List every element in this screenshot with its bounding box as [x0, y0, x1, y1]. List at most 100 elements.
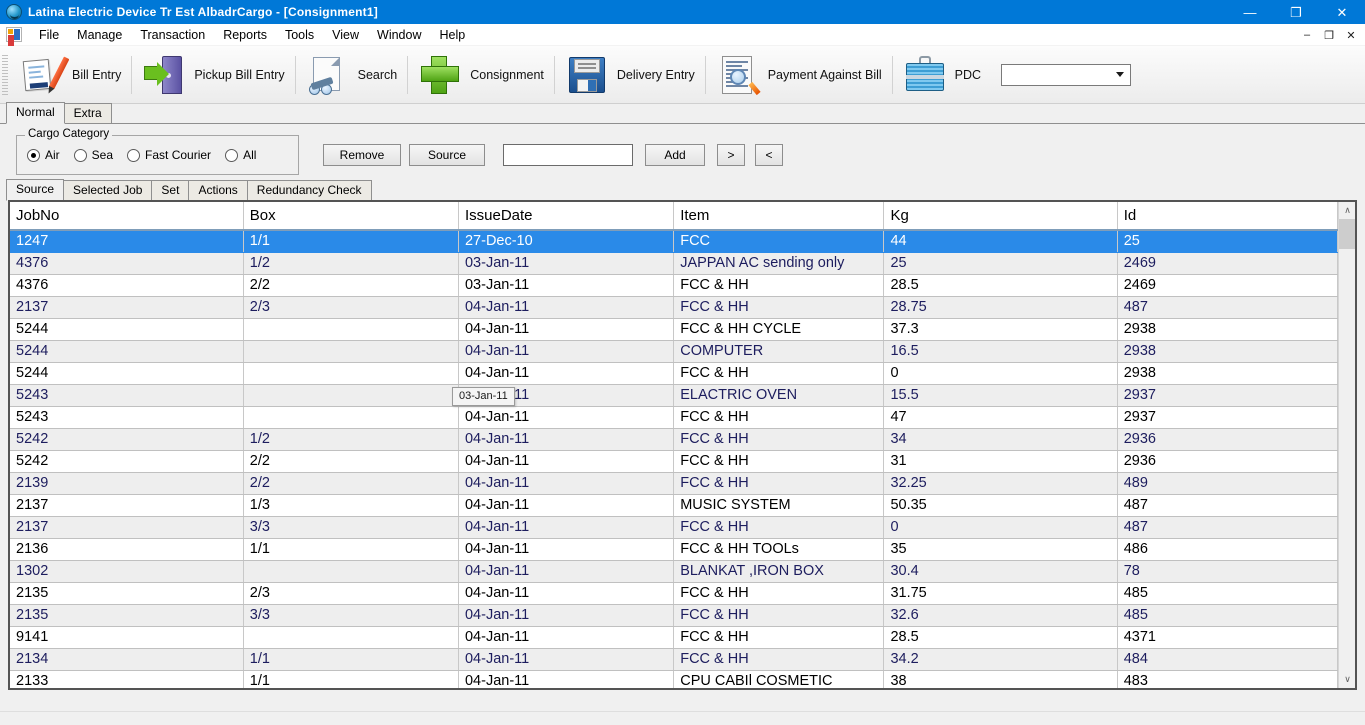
cell-kg[interactable]: 31.75 [883, 582, 1118, 605]
cell-id[interactable]: 487 [1117, 296, 1338, 319]
cell-jobno[interactable]: 5242 [10, 450, 244, 473]
toolbar-button-bill-entry[interactable]: Bill Entry [10, 49, 131, 101]
table-row[interactable]: 5242 1/2 04-Jan-11 FCC & HH 34 2936 [10, 428, 1338, 451]
radio-cargo-all[interactable]: All [225, 148, 256, 162]
table-row[interactable]: 5244 04-Jan-11 FCC & HH CYCLE 37.3 2938 [10, 318, 1338, 341]
cell-jobno[interactable]: 5242 [10, 428, 244, 451]
cell-id[interactable]: 2936 [1117, 428, 1338, 451]
cell-box[interactable]: 3/3 [243, 604, 459, 627]
cell-id[interactable]: 2938 [1117, 340, 1338, 363]
menu-item-manage[interactable]: Manage [68, 25, 131, 45]
radio-cargo-fast-courier[interactable]: Fast Courier [127, 148, 211, 162]
cell-box[interactable]: 2/3 [243, 582, 459, 605]
cell-issuedate[interactable]: 04-Jan-11 [458, 670, 675, 688]
table-row[interactable]: 524304-Jan-11ELACTRIC OVEN15.52937 [10, 384, 1338, 407]
cell-box[interactable]: 1/3 [243, 494, 459, 517]
cell-item[interactable]: FCC & HH [673, 648, 885, 671]
column-header-kg[interactable]: Kg [883, 202, 1118, 231]
cell-box[interactable]: 1/1 [243, 538, 459, 561]
cell-id[interactable]: 2937 [1117, 384, 1338, 407]
menu-item-tools[interactable]: Tools [276, 25, 323, 45]
cell-issuedate[interactable]: 04-Jan-11 [458, 582, 675, 605]
cell-issuedate[interactable]: 03-Jan-11 [458, 252, 675, 275]
cell-box[interactable] [243, 626, 459, 649]
cell-kg[interactable]: 32.25 [883, 472, 1118, 495]
cell-issuedate[interactable]: 04-Jan-11 [458, 626, 675, 649]
table-row[interactable]: 9141 04-Jan-11 FCC & HH 28.5 4371 [10, 626, 1338, 649]
cell-item[interactable]: FCC & HH [673, 472, 885, 495]
cell-id[interactable]: 78 [1117, 560, 1338, 583]
radio-cargo-sea[interactable]: Sea [73, 148, 113, 162]
cell-kg[interactable]: 34 [883, 428, 1118, 451]
cell-kg[interactable]: 28.5 [883, 274, 1118, 297]
window-minimize-button[interactable]: — [1227, 0, 1273, 24]
toolbar-button-pdc[interactable]: PDC [893, 49, 991, 101]
cell-box[interactable]: 3/3 [243, 516, 459, 539]
cell-id[interactable]: 2469 [1117, 252, 1338, 275]
table-row[interactable]: 2134 1/1 04-Jan-11 FCC & HH 34.2 484 [10, 648, 1338, 671]
move-next-button[interactable]: > [717, 144, 745, 166]
toolbar-button-pickup-bill-entry[interactable]: Pickup Bill Entry [132, 49, 294, 101]
column-header-item[interactable]: Item [673, 202, 885, 231]
table-row[interactable]: 1302 04-Jan-11 BLANKAT ,IRON BOX 30.4 78 [10, 560, 1338, 583]
table-row[interactable]: 5244 04-Jan-11 FCC & HH 0 2938 [10, 362, 1338, 385]
cell-jobno[interactable]: 5244 [10, 340, 244, 363]
cell-issuedate[interactable]: 03-Jan-11 [458, 274, 675, 297]
cell-item[interactable]: FCC & HH [673, 362, 885, 385]
add-input[interactable] [503, 144, 633, 166]
cell-item[interactable]: FCC & HH [673, 516, 885, 539]
remove-button[interactable]: Remove [323, 144, 401, 166]
menu-item-view[interactable]: View [323, 25, 368, 45]
cell-jobno[interactable]: 2135 [10, 582, 244, 605]
cell-id[interactable]: 4371 [1117, 626, 1338, 649]
cell-item[interactable]: FCC & HH CYCLE [673, 318, 885, 341]
table-row[interactable]: 4376 1/2 03-Jan-11 JAPPAN AC sending only 25… [10, 252, 1338, 275]
window-maximize-button[interactable]: ❐ [1273, 0, 1319, 24]
menu-item-reports[interactable]: Reports [214, 25, 276, 45]
cell-issuedate[interactable]: 04-Jan-11 [458, 472, 675, 495]
cell-item[interactable]: CPU CABIl COSMETIC [673, 670, 885, 688]
tab-extra[interactable]: Extra [63, 103, 112, 123]
menu-item-window[interactable]: Window [368, 25, 430, 45]
cell-kg[interactable]: 38 [883, 670, 1118, 688]
cell-kg[interactable]: 31 [883, 450, 1118, 473]
scroll-up-arrow-icon[interactable]: ∧ [1339, 202, 1355, 219]
cell-jobno[interactable]: 2136 [10, 538, 244, 561]
table-row[interactable]: 2137 1/3 04-Jan-11 MUSIC SYSTEM 50.35 487 [10, 494, 1338, 517]
cell-jobno[interactable]: 2137 [10, 494, 244, 517]
tab-source[interactable]: Source [6, 179, 65, 201]
grid-vertical-scrollbar[interactable]: ∧ ∨ [1338, 202, 1355, 688]
cell-kg[interactable]: 37.3 [883, 318, 1118, 341]
source-button[interactable]: Source [409, 144, 485, 166]
cell-id[interactable]: 2938 [1117, 318, 1338, 341]
cell-id[interactable]: 25 [1117, 230, 1338, 253]
cell-issuedate[interactable]: 04-Jan-11 [458, 648, 675, 671]
cell-id[interactable]: 485 [1117, 582, 1338, 605]
cell-jobno[interactable]: 2139 [10, 472, 244, 495]
cell-id[interactable]: 2937 [1117, 406, 1338, 429]
cell-item[interactable]: FCC & HH [673, 450, 885, 473]
table-row[interactable]: 2135 2/3 04-Jan-11 FCC & HH 31.75 485 [10, 582, 1338, 605]
cell-jobno[interactable]: 2137 [10, 296, 244, 319]
cell-issuedate[interactable]: 04-Jan-11 [458, 340, 675, 363]
cell-jobno[interactable]: 5243 [10, 406, 244, 429]
cell-id[interactable]: 487 [1117, 516, 1338, 539]
cell-item[interactable]: MUSIC SYSTEM [673, 494, 885, 517]
cell-item[interactable]: FCC & HH [673, 274, 885, 297]
cell-issuedate[interactable]: 04-Jan-11 [458, 296, 675, 319]
cell-issuedate[interactable]: 04-Jan-11 [458, 494, 675, 517]
cell-kg[interactable]: 16.5 [883, 340, 1118, 363]
cell-kg[interactable]: 0 [883, 362, 1118, 385]
cell-issuedate[interactable]: 04-Jan-11 [458, 428, 675, 451]
cell-item[interactable]: FCC & HH [673, 626, 885, 649]
cell-box[interactable] [243, 318, 459, 341]
cell-issuedate[interactable]: 04-Jan-11 [458, 406, 675, 429]
cell-kg[interactable]: 34.2 [883, 648, 1118, 671]
cell-box[interactable] [243, 560, 459, 583]
cell-jobno[interactable]: 9141 [10, 626, 244, 649]
scroll-down-arrow-icon[interactable]: ∨ [1339, 671, 1355, 688]
cell-box[interactable] [243, 406, 459, 429]
cell-item[interactable]: FCC & HH TOOLs [673, 538, 885, 561]
cell-kg[interactable]: 32.6 [883, 604, 1118, 627]
cell-kg[interactable]: 44 [883, 230, 1118, 253]
